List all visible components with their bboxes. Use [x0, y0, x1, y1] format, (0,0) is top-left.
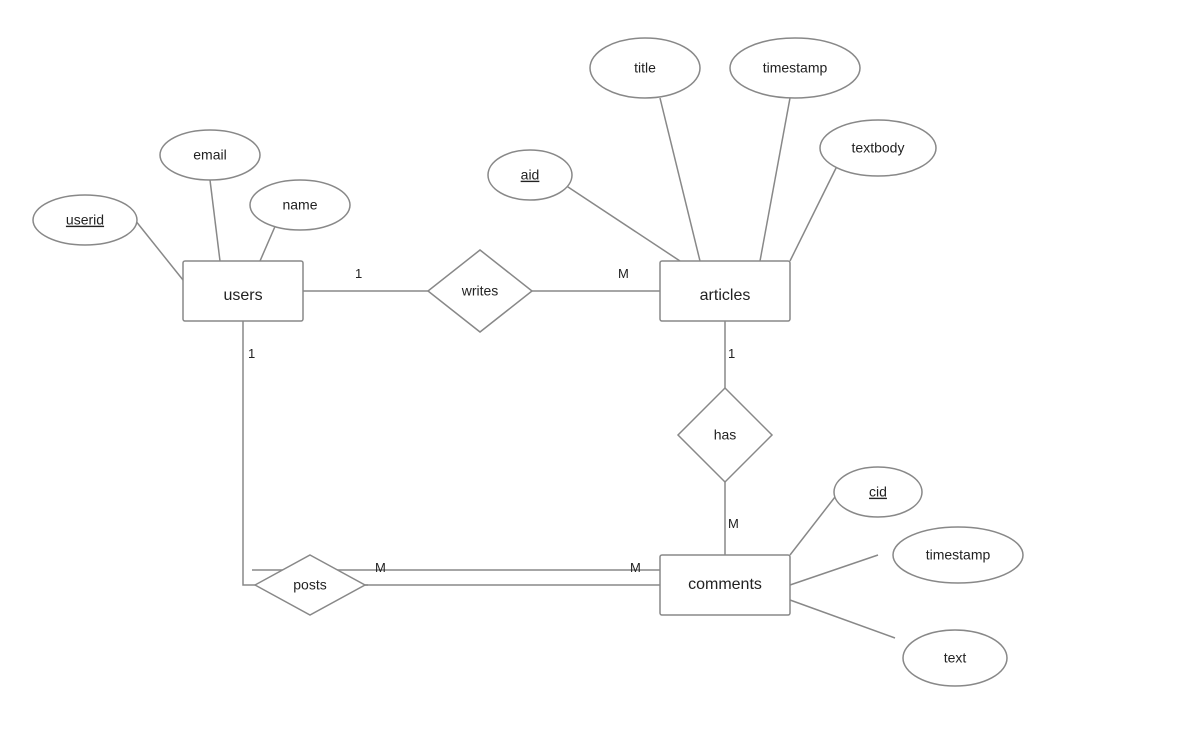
rel-writes-label: writes — [461, 283, 499, 299]
entity-comments-label: comments — [688, 576, 762, 593]
card-articles-has: 1 — [728, 346, 735, 361]
attr-name-label: name — [282, 197, 317, 213]
attr-userid-label: userid — [66, 212, 104, 228]
rel-has-label: has — [714, 427, 737, 443]
entity-users-label: users — [223, 287, 262, 304]
attr-title-label: title — [634, 60, 656, 76]
card-posts-comments: M — [630, 560, 641, 575]
card-writes-articles: M — [618, 266, 629, 281]
attr-aid-label: aid — [521, 167, 540, 183]
attr-timestamp-comments-label: timestamp — [926, 547, 991, 563]
card-users-writes: 1 — [355, 266, 362, 281]
attr-textbody-label: textbody — [852, 140, 905, 156]
attr-text-label: text — [944, 650, 967, 666]
attr-email-label: email — [193, 147, 226, 163]
card-users-posts: 1 — [248, 346, 255, 361]
card-posts-users: M — [375, 560, 386, 575]
rel-posts-label: posts — [293, 577, 326, 593]
attr-timestamp-articles-label: timestamp — [763, 60, 828, 76]
entity-articles-label: articles — [700, 287, 751, 304]
card-has-comments: M — [728, 516, 739, 531]
attr-cid-label: cid — [869, 484, 887, 500]
